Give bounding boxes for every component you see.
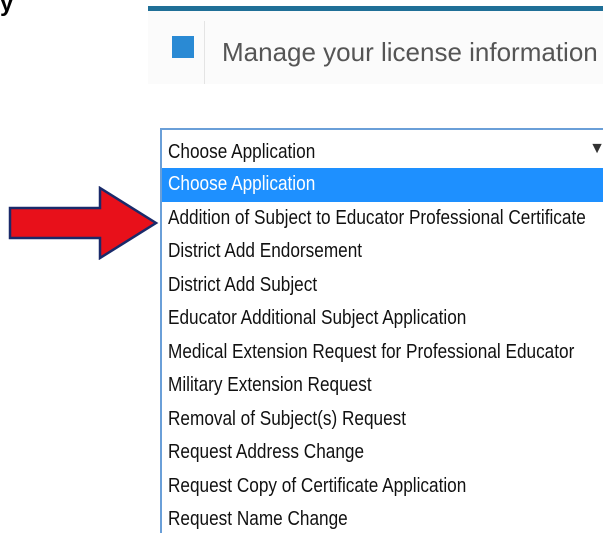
- option-educator-additional-subject[interactable]: Educator Additional Subject Application: [162, 302, 603, 336]
- option-choose-application[interactable]: Choose Application: [162, 168, 603, 202]
- red-arrow-icon: [8, 186, 159, 260]
- option-label: Medical Extension Request for Profession…: [168, 340, 575, 363]
- application-options-list: Choose Application Addition of Subject t…: [160, 168, 603, 533]
- option-removal-of-subject[interactable]: Removal of Subject(s) Request: [162, 403, 603, 437]
- page: y Manage your license information Choose…: [0, 0, 603, 533]
- option-request-name-change[interactable]: Request Name Change: [162, 503, 603, 533]
- license-header-card: Manage your license information: [148, 6, 603, 84]
- option-request-copy-of-certificate[interactable]: Request Copy of Certificate Application: [162, 470, 603, 504]
- select-current-value: Choose Application: [168, 141, 316, 163]
- option-label: Removal of Subject(s) Request: [168, 407, 407, 430]
- option-label: Request Copy of Certificate Application: [168, 474, 467, 497]
- divider: [204, 21, 205, 84]
- option-request-address-change[interactable]: Request Address Change: [162, 436, 603, 470]
- option-label: Request Address Change: [168, 441, 365, 463]
- option-label: District Add Endorsement: [168, 240, 363, 262]
- option-label: Educator Additional Subject Application: [168, 307, 467, 329]
- license-title: Manage your license information: [222, 37, 598, 67]
- option-label: Choose Application: [168, 173, 316, 195]
- option-label: Addition of Subject to Educator Professi…: [168, 206, 586, 229]
- option-district-add-subject[interactable]: District Add Subject: [162, 269, 603, 303]
- option-label: District Add Subject: [168, 273, 318, 296]
- option-military-extension-request[interactable]: Military Extension Request: [162, 369, 603, 403]
- option-label: Military Extension Request: [168, 374, 372, 396]
- option-district-add-endorsement[interactable]: District Add Endorsement: [162, 235, 603, 269]
- chevron-down-icon[interactable]: ▼: [589, 140, 603, 158]
- option-addition-of-subject[interactable]: Addition of Subject to Educator Professi…: [162, 202, 603, 236]
- application-select[interactable]: Choose Application ▼: [160, 128, 603, 168]
- blue-square-icon: [172, 36, 194, 58]
- partial-heading-text: y: [0, 0, 14, 17]
- option-medical-extension-request[interactable]: Medical Extension Request for Profession…: [162, 336, 603, 370]
- option-label: Request Name Change: [168, 508, 348, 530]
